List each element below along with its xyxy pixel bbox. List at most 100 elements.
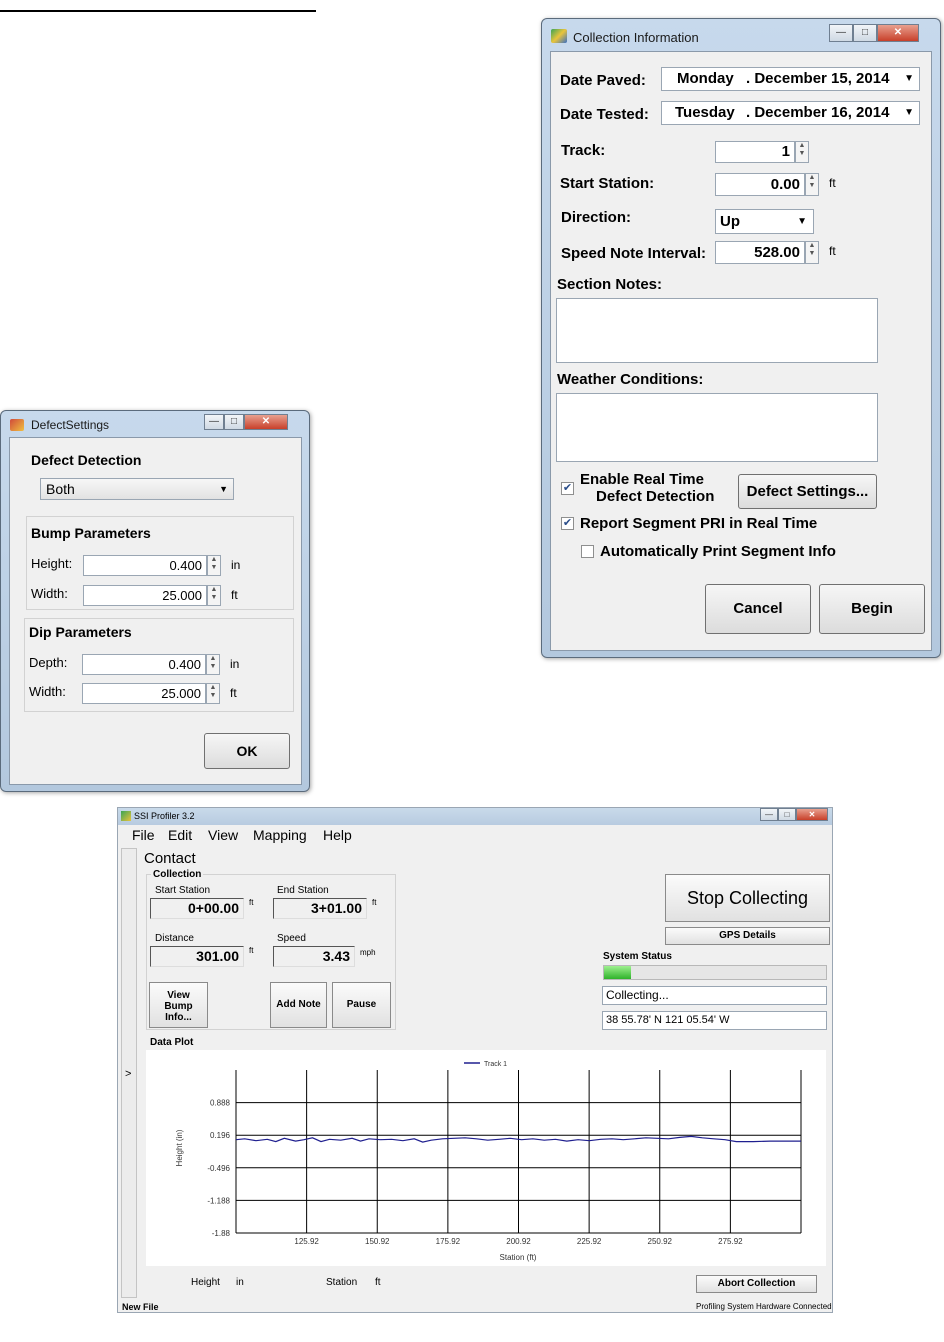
start-station-input[interactable]: 0.00 xyxy=(715,173,805,196)
profiler-window: SSI Profiler 3.2 — □ ✕ File Edit View Ma… xyxy=(117,807,833,1313)
dip-parameters-heading: Dip Parameters xyxy=(29,624,132,640)
bump-width-input[interactable]: 25.000 xyxy=(83,585,207,606)
status-bar-right: Profiling System Hardware Connected xyxy=(696,1302,832,1311)
stop-collecting-button[interactable]: Stop Collecting xyxy=(665,874,830,922)
pause-button[interactable]: Pause xyxy=(332,982,391,1028)
start-station-label: Start Station xyxy=(155,885,211,896)
dip-width-stepper[interactable]: ▲ ▼ xyxy=(206,683,220,704)
date-paved-day: Monday xyxy=(677,70,734,87)
bump-width-unit: ft xyxy=(231,588,238,602)
plot-background xyxy=(146,1050,826,1266)
bump-width-stepper[interactable]: ▲ ▼ xyxy=(207,585,221,606)
minimize-icon[interactable]: — xyxy=(204,414,224,430)
maximize-icon[interactable]: □ xyxy=(224,414,244,430)
y-tick-label-4: -1.88 xyxy=(212,1229,231,1238)
y-tick-label-2: -0.496 xyxy=(207,1164,230,1173)
view-bump-line1: View xyxy=(167,990,190,1001)
x-tick-label-6: 275.92 xyxy=(718,1237,743,1246)
date-tested-date: . December 16, 2014 xyxy=(746,104,890,121)
data-plot-chart: 125.92 150.92 175.92 200.92 225.92 250.92 275.… xyxy=(146,1050,826,1266)
abort-collection-button[interactable]: Abort Collection xyxy=(696,1275,817,1293)
bump-parameters-heading: Bump Parameters xyxy=(31,525,151,541)
distance-value: 301.00 xyxy=(150,946,244,967)
chevron-down-icon[interactable]: ▼ xyxy=(904,102,914,124)
date-paved-date: . December 15, 2014 xyxy=(746,70,890,87)
weather-conditions-label: Weather Conditions: xyxy=(557,371,704,388)
start-station-unit: ft xyxy=(829,176,836,190)
y-tick-label-1: 0.196 xyxy=(210,1131,231,1140)
speed-note-interval-label: Speed Note Interval: xyxy=(561,245,707,262)
menu-mapping[interactable]: Mapping xyxy=(253,827,307,843)
dip-depth-input[interactable]: 0.400 xyxy=(82,654,206,675)
defect-detection-value: Both xyxy=(46,481,75,497)
section-notes-textarea[interactable] xyxy=(556,298,878,363)
track-input[interactable]: 1 xyxy=(715,141,795,163)
dip-depth-unit: in xyxy=(230,657,240,671)
dip-depth-stepper[interactable]: ▲ ▼ xyxy=(206,654,220,675)
speed-note-interval-stepper[interactable]: ▲ ▼ xyxy=(805,241,819,264)
dip-width-unit: ft xyxy=(230,686,237,700)
cancel-button[interactable]: Cancel xyxy=(705,584,811,634)
close-icon[interactable]: ✕ xyxy=(796,808,828,821)
title-bar[interactable]: SSI Profiler 3.2 — □ ✕ xyxy=(118,808,832,825)
app-icon xyxy=(10,419,24,431)
gps-details-button[interactable]: GPS Details xyxy=(665,927,830,945)
menu-help[interactable]: Help xyxy=(323,827,352,843)
ok-button[interactable]: OK xyxy=(204,733,290,769)
y-tick-label-0: 0.888 xyxy=(210,1099,231,1108)
date-paved-picker[interactable]: Monday . December 15, 2014 ▼ xyxy=(661,67,920,91)
document-rule xyxy=(0,10,316,12)
menu-view[interactable]: View xyxy=(208,827,238,843)
bump-height-input[interactable]: 0.400 xyxy=(83,555,207,576)
track-stepper[interactable]: ▲ ▼ xyxy=(795,141,809,163)
direction-label: Direction: xyxy=(561,209,632,226)
date-tested-picker[interactable]: Tuesday . December 16, 2014 ▼ xyxy=(661,101,920,125)
end-station-unit: ft xyxy=(372,898,377,907)
enable-realtime-label-line1: Enable Real Time xyxy=(580,471,704,488)
collection-information-window: Collection Information — □ ✕ Date Paved:… xyxy=(541,18,941,658)
enable-realtime-label-line2: Defect Detection xyxy=(596,488,715,505)
side-panel-toggle[interactable]: > xyxy=(121,848,137,1298)
dip-width-input[interactable]: 25.000 xyxy=(82,683,206,704)
chevron-down-icon[interactable]: ▼ xyxy=(904,68,914,90)
close-icon[interactable]: ✕ xyxy=(877,24,919,42)
add-note-button[interactable]: Add Note xyxy=(270,982,327,1028)
section-notes-label: Section Notes: xyxy=(557,276,663,293)
title-bar[interactable]: Collection Information — □ ✕ xyxy=(542,19,940,49)
report-pri-checkbox[interactable]: ✔ xyxy=(561,517,574,530)
minimize-icon[interactable]: — xyxy=(829,24,853,42)
chevron-down-icon[interactable]: ▼ xyxy=(797,210,807,233)
menu-file[interactable]: File xyxy=(132,827,155,843)
minimize-icon[interactable]: — xyxy=(760,808,778,821)
auto-print-checkbox[interactable] xyxy=(581,545,594,558)
enable-realtime-checkbox[interactable]: ✔ xyxy=(561,482,574,495)
maximize-icon[interactable]: □ xyxy=(853,24,877,42)
begin-button[interactable]: Begin xyxy=(819,584,925,634)
bump-height-unit: in xyxy=(231,558,241,572)
x-tick-label-2: 175.92 xyxy=(436,1237,461,1246)
footer-station-unit: ft xyxy=(375,1277,381,1288)
system-status-progress xyxy=(603,965,827,980)
chevron-down-icon[interactable]: ▼ xyxy=(219,479,228,499)
maximize-icon[interactable]: □ xyxy=(778,808,796,821)
footer-station-label: Station xyxy=(326,1277,358,1288)
menu-edit[interactable]: Edit xyxy=(168,827,192,843)
view-bump-info-button[interactable]: View Bump Info... xyxy=(149,982,208,1028)
gps-coordinates-field: 38 55.78' N 121 05.54' W xyxy=(602,1011,827,1030)
bump-height-stepper[interactable]: ▲ ▼ xyxy=(207,555,221,576)
direction-select[interactable]: Up ▼ xyxy=(715,209,814,234)
app-icon xyxy=(121,811,131,821)
close-icon[interactable]: ✕ xyxy=(244,414,288,430)
collection-label: Collection xyxy=(151,869,204,880)
start-station-stepper[interactable]: ▲ ▼ xyxy=(805,173,819,196)
dialog-body: Defect Detection Both ▼ Bump Parameters … xyxy=(9,437,302,785)
defect-detection-select[interactable]: Both ▼ xyxy=(40,478,234,500)
date-paved-label: Date Paved: xyxy=(560,72,646,89)
defect-settings-button[interactable]: Defect Settings... xyxy=(738,474,877,509)
track-label: Track: xyxy=(561,142,606,159)
speed-note-interval-input[interactable]: 528.00 xyxy=(715,241,805,264)
weather-conditions-textarea[interactable] xyxy=(556,393,878,462)
window-title: Collection Information xyxy=(573,30,699,45)
expand-icon: > xyxy=(125,1068,132,1080)
view-bump-line2: Bump xyxy=(164,1001,193,1012)
